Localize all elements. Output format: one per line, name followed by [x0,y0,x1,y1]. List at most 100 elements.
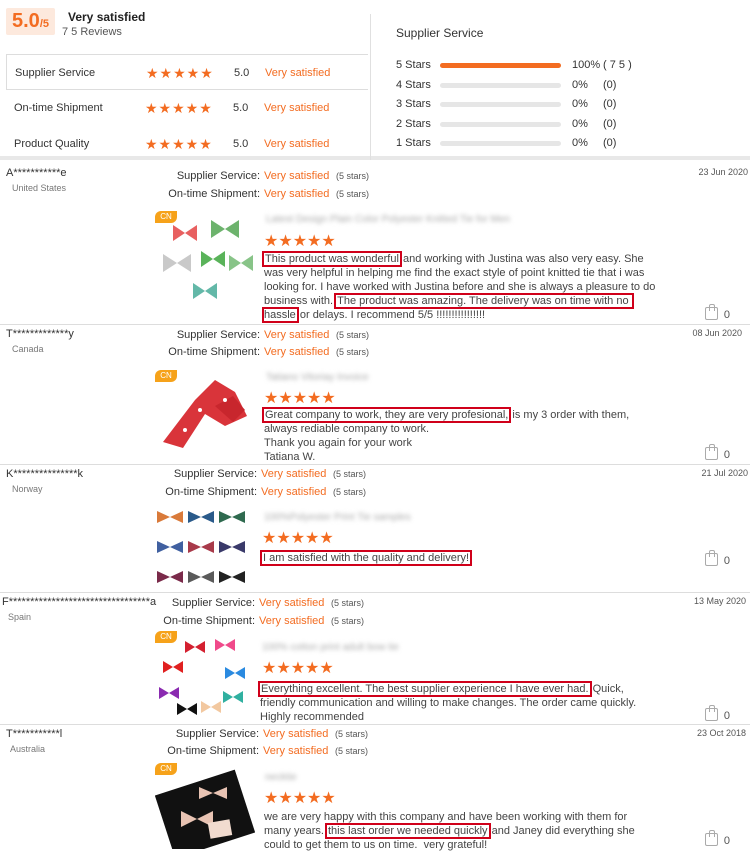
review-text: Everything excellent. The best supplier … [258,681,652,724]
reviewer-name: T***********l [6,728,63,740]
highlight: I am satisfied with the quality and deli… [259,550,473,566]
star-rating-icon: ★★★★★ [145,100,213,116]
field-stars: (5 stars) [336,189,370,199]
review-text: This product was wonderful and working w… [262,251,656,323]
review-stars: ★★★★★ [264,233,336,250]
highlight: This product was wonderful [262,251,402,267]
distribution-percent: 0% [572,137,588,149]
distribution-bar [440,121,561,127]
metric-text: Very satisfied [264,102,330,114]
cn-badge: CN [155,370,177,382]
review-item: T*************y Canada 08 Jun 2020 Suppl… [0,325,750,465]
distribution-count: (0) [603,137,617,149]
like-button[interactable]: 0 [704,444,730,461]
distribution-count: ( 7 5 ) [603,59,632,71]
distribution-label: 5 Stars [396,59,431,71]
thumbs-up-icon [704,830,718,846]
like-button[interactable]: 0 [704,304,730,321]
like-count: 0 [723,710,730,722]
distribution-row[interactable]: 1 Stars 0% (0) [396,136,746,156]
overall-score-badge: 5.0/5 [6,8,55,35]
field-stars: (5 stars) [333,469,367,479]
like-button[interactable]: 0 [704,550,730,567]
bow-ties-circle-image [159,639,245,715]
reviewer-name: K***************k [6,468,84,480]
reviews-count: 7 5 Reviews [62,26,122,38]
overall-score-suffix: /5 [39,18,49,30]
distribution-count: (0) [603,117,617,130]
field-stars: (5 stars) [335,746,369,756]
cn-badge: CN [155,631,177,643]
product-name[interactable]: 100% cotton print adult bow tie [262,642,399,653]
distribution-bar [440,82,561,88]
product-name[interactable]: necktie [265,772,297,783]
field-stars: (5 stars) [331,598,365,608]
distribution-percent: 100% [572,59,601,71]
review-date: 21 Jul 2020 [701,468,748,478]
review-text-after: or delays. I recommend 5/5 !!!!!!!!!!!!!… [296,309,486,321]
gift-box-image [154,769,256,854]
review-item: F*********************************a Spai… [0,593,750,725]
field-label: On-time Shipment: [163,615,255,627]
metric-ontime-shipment[interactable]: On-time Shipment ★★★★★ 5.0 Very satisfie… [6,90,368,126]
product-name[interactable]: Tatiano Vitoriay Invoice [266,372,369,383]
review-date: 08 Jun 2020 [692,328,742,338]
star-rating-icon: ★★★★★ [146,65,214,81]
divider [370,14,371,160]
like-button[interactable]: 0 [704,705,730,722]
reviewer-name: T*************y [6,328,74,340]
review-text: I am satisfied with the quality and deli… [259,550,652,566]
highlight: Everything excellent. The best supplier … [258,681,592,697]
review-text: we are very happy with this company and … [264,810,656,852]
product-thumbnail[interactable]: CN [155,370,255,452]
distribution-label: 4 Stars [396,78,431,91]
thumbs-up-icon [704,304,718,320]
review-date: 13 May 2020 [693,596,746,606]
metric-supplier-service[interactable]: Supplier Service ★★★★★ 5.0 Very satisfie… [6,54,368,90]
review-date: 23 Oct 2018 [696,728,746,738]
like-count: 0 [723,309,730,321]
distribution-label: 2 Stars [396,117,431,130]
field-value: Very satisfied [259,597,325,609]
distribution-row[interactable]: 3 Stars 0% (0) [396,97,746,117]
metric-score: 5.0 [233,102,249,114]
distribution-row[interactable]: 2 Stars 0% (0) [396,117,746,137]
field-stars: (5 stars) [331,616,365,626]
metric-label: Product Quality [14,138,90,150]
field-label: On-time Shipment: [167,745,259,757]
metric-label: On-time Shipment [14,102,103,114]
metric-product-quality[interactable]: Product Quality ★★★★★ 5.0 Very satisfied [6,126,368,162]
review-date: 23 Jun 2020 [698,167,748,177]
review-stars: ★★★★★ [264,390,336,407]
field-value: Very satisfied [264,188,330,200]
like-button[interactable]: 0 [704,830,730,847]
field-label: Supplier Service: [171,597,255,609]
thumbs-up-icon [704,550,718,566]
product-thumbnail[interactable]: CN [155,211,255,303]
field-value: Very satisfied [264,346,330,358]
product-thumbnail[interactable] [155,505,255,589]
field-label: Supplier Service: [175,728,259,740]
distribution-label: 3 Stars [396,98,431,110]
distribution-bar [440,102,561,107]
reviewer-country: Norway [12,484,43,494]
distribution-percent: 0% [572,78,588,91]
field-value: Very satisfied [261,486,327,498]
product-name[interactable]: 100%Polyester Print Tie samples [264,512,411,523]
product-thumbnail[interactable]: CN [155,631,255,721]
review-text: Great company to work, they are very pro… [261,407,664,464]
bow-ties-image [163,220,253,299]
thumbs-up-icon [704,705,718,721]
like-count: 0 [723,449,730,461]
product-thumbnail[interactable]: CN [154,763,256,854]
field-stars: (5 stars) [336,171,370,181]
distribution-row[interactable]: 4 Stars 0% (0) [396,78,746,98]
metric-score: 5.0 [234,67,250,79]
field-value: Very satisfied [264,170,330,182]
review-stars: ★★★★★ [264,790,336,807]
star-distribution: 5 Stars 100% ( 7 5 ) 4 Stars 0% (0) 3 St… [396,58,746,156]
product-name[interactable]: Latest Design Plain Color Polyester Knit… [266,214,510,225]
cn-badge: CN [155,211,177,223]
field-label: Supplier Service: [176,329,260,341]
distribution-row[interactable]: 5 Stars 100% ( 7 5 ) [396,58,746,78]
